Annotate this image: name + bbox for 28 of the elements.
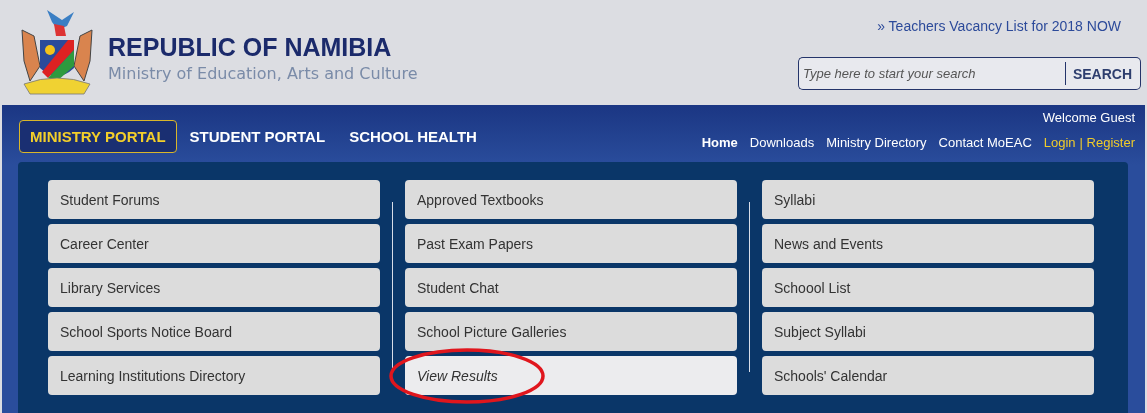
- site-subtitle: Ministry of Education, Arts and Culture: [108, 63, 418, 83]
- portal-tab[interactable]: SCHOOL HEALTH: [338, 120, 488, 153]
- menu-item[interactable]: Student Chat: [405, 268, 737, 307]
- menu-item[interactable]: Library Services: [48, 268, 380, 307]
- menu-item[interactable]: View Results: [405, 356, 737, 395]
- nav-link[interactable]: Login: [1043, 135, 1076, 150]
- menu-item[interactable]: Syllabi: [762, 180, 1094, 219]
- portal-tab[interactable]: MINISTRY PORTAL: [19, 120, 177, 153]
- menu-item[interactable]: Subject Syllabi: [762, 312, 1094, 351]
- nav-link[interactable]: | Register: [1079, 135, 1135, 150]
- menu-item[interactable]: Career Center: [48, 224, 380, 263]
- menu-item[interactable]: Schools' Calendar: [762, 356, 1094, 395]
- nav-link[interactable]: Home: [701, 135, 738, 150]
- announcement-link[interactable]: » Teachers Vacancy List for 2018 NOW: [877, 18, 1121, 34]
- nav-link[interactable]: Ministry Directory: [826, 135, 927, 150]
- menu-item[interactable]: News and Events: [762, 224, 1094, 263]
- menu-item[interactable]: Past Exam Papers: [405, 224, 737, 263]
- portal-tab[interactable]: STUDENT PORTAL: [178, 120, 337, 153]
- menu-item[interactable]: Approved Textbooks: [405, 180, 737, 219]
- welcome-text: Welcome Guest: [1042, 110, 1135, 125]
- menu-item[interactable]: Schoool List: [762, 268, 1094, 307]
- nav-link[interactable]: Downloads: [749, 135, 815, 150]
- menu-item[interactable]: Learning Institutions Directory: [48, 356, 380, 395]
- menu-item[interactable]: School Picture Galleries: [405, 312, 737, 351]
- menu-item[interactable]: Student Forums: [48, 180, 380, 219]
- menu-item[interactable]: School Sports Notice Board: [48, 312, 380, 351]
- site-title: REPUBLIC OF NAMIBIA: [108, 32, 393, 62]
- nav-link[interactable]: Contact MoEAC: [938, 135, 1032, 150]
